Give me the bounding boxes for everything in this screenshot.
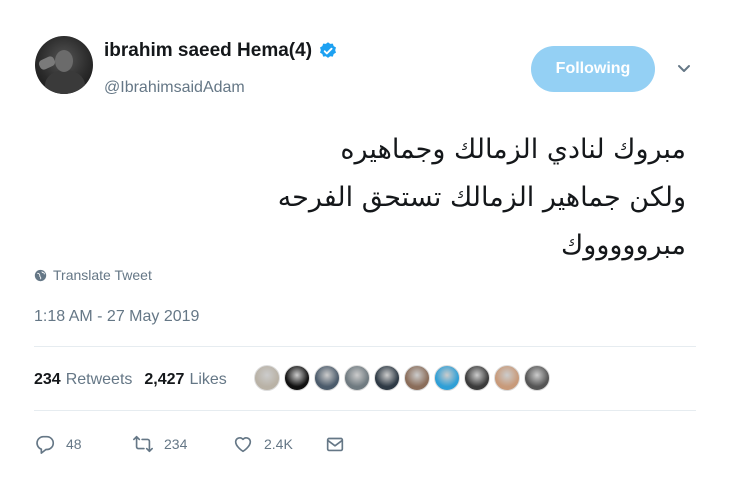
globe-icon xyxy=(34,269,47,281)
retweet-count: 234 xyxy=(164,436,188,452)
avatar-figure-arm xyxy=(37,55,57,71)
envelope-icon[interactable] xyxy=(324,433,346,455)
author-name-row: ibrahim saeed Hema(4) xyxy=(104,40,338,62)
tweet-text: مبروك لنادي الزمالك وجماهيره ولكن جماهير… xyxy=(86,126,686,270)
liker-avatar[interactable] xyxy=(314,365,340,391)
tweet-actions: 48 234 2.4K xyxy=(34,432,356,456)
likes-label[interactable]: Likes xyxy=(189,371,226,389)
reply-action[interactable]: 48 xyxy=(34,433,132,455)
tweet-stats: 234 Retweets 2,427 Likes xyxy=(34,371,227,389)
message-action[interactable] xyxy=(324,433,356,455)
likes-count[interactable]: 2,427 xyxy=(144,371,184,389)
liker-avatar[interactable] xyxy=(254,365,280,391)
liker-avatar[interactable] xyxy=(404,365,430,391)
translate-tweet-link[interactable]: Translate Tweet xyxy=(34,267,152,283)
avatar-figure-body xyxy=(45,70,85,94)
reply-count: 48 xyxy=(66,436,82,452)
like-count: 2.4K xyxy=(264,436,293,452)
author-handle[interactable]: @IbrahimsaidAdam xyxy=(104,79,245,97)
divider xyxy=(34,346,696,347)
author-avatar[interactable] xyxy=(35,36,93,94)
retweet-icon[interactable] xyxy=(132,433,154,455)
tweet-text-line: مبروك لنادي الزمالك وجماهيره xyxy=(340,134,686,165)
liker-avatar[interactable] xyxy=(524,365,550,391)
liker-avatar[interactable] xyxy=(284,365,310,391)
reply-icon[interactable] xyxy=(34,433,56,455)
retweets-count[interactable]: 234 xyxy=(34,371,61,389)
like-action[interactable]: 2.4K xyxy=(232,433,324,455)
author-display-name[interactable]: ibrahim saeed Hema(4) xyxy=(104,40,312,62)
tweet-text-line: مبروووووك xyxy=(561,230,686,261)
tweet-text-line: ولكن جماهير الزمالك تستحق الفرحه xyxy=(277,182,686,213)
liker-avatar[interactable] xyxy=(374,365,400,391)
heart-icon[interactable] xyxy=(232,433,254,455)
liker-avatar[interactable] xyxy=(494,365,520,391)
translate-tweet-label: Translate Tweet xyxy=(53,267,152,283)
retweet-action[interactable]: 234 xyxy=(132,433,232,455)
liker-avatars xyxy=(254,365,554,391)
tweet-card: ibrahim saeed Hema(4) @IbrahimsaidAdam F… xyxy=(0,0,730,486)
liker-avatar[interactable] xyxy=(434,365,460,391)
tweet-timestamp[interactable]: 1:18 AM - 27 May 2019 xyxy=(34,308,199,326)
liker-avatar[interactable] xyxy=(464,365,490,391)
avatar-figure-face xyxy=(55,50,73,72)
retweets-label[interactable]: Retweets xyxy=(66,371,133,389)
verified-badge-icon xyxy=(320,42,337,58)
liker-avatar[interactable] xyxy=(344,365,370,391)
chevron-down-icon[interactable] xyxy=(677,63,691,75)
following-button[interactable]: Following xyxy=(531,46,655,92)
divider xyxy=(34,410,696,411)
